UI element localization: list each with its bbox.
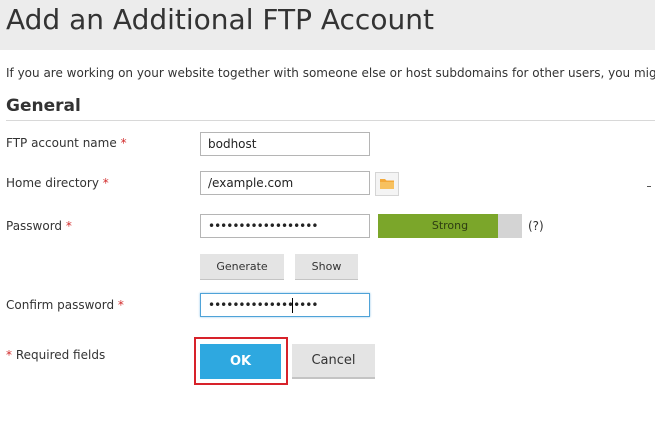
folder-icon: [379, 175, 395, 194]
home-directory-label: Home directory *: [6, 176, 109, 190]
ftp-account-name-label: FTP account name *: [6, 136, 127, 150]
required-marker: *: [117, 298, 124, 312]
required-marker: *: [65, 219, 72, 233]
page-title: Add an Additional FTP Account: [6, 3, 434, 36]
page-footer-area: [0, 398, 655, 446]
cancel-button[interactable]: Cancel: [292, 344, 375, 379]
required-marker: *: [120, 136, 127, 150]
generate-button[interactable]: Generate: [200, 254, 284, 280]
password-label: Password *: [6, 219, 72, 233]
password-input[interactable]: [200, 214, 370, 238]
show-button[interactable]: Show: [295, 254, 358, 280]
intro-text: If you are working on your website toget…: [6, 66, 655, 80]
ftp-account-name-input[interactable]: [200, 132, 370, 156]
confirm-password-label: Confirm password *: [6, 298, 124, 312]
text-caret: [292, 298, 293, 313]
confirm-password-label-text: Confirm password: [6, 298, 115, 312]
required-marker: *: [102, 176, 109, 190]
ok-button[interactable]: OK: [200, 344, 281, 379]
browse-directory-button[interactable]: [375, 172, 399, 196]
required-marker: *: [6, 348, 12, 362]
required-fields-note: * Required fields: [6, 348, 105, 362]
required-fields-text: Required fields: [15, 348, 106, 362]
page-header: Add an Additional FTP Account: [0, 0, 655, 50]
password-strength-label: Strong: [431, 219, 469, 232]
password-help-link[interactable]: (?): [528, 219, 544, 233]
section-divider: [6, 120, 655, 121]
section-title: General: [6, 96, 81, 116]
password-label-text: Password: [6, 219, 63, 233]
home-directory-input[interactable]: [200, 171, 370, 195]
edge-mark: [647, 186, 651, 187]
ftp-account-name-label-text: FTP account name: [6, 136, 117, 150]
home-directory-label-text: Home directory: [6, 176, 99, 190]
confirm-password-input[interactable]: [200, 293, 370, 317]
